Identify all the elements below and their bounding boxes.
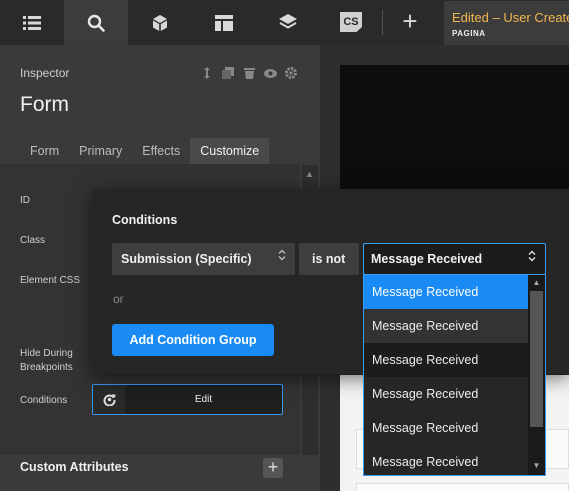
search-button[interactable] (64, 0, 128, 45)
scroll-up-icon[interactable]: ▲ (528, 278, 545, 287)
inspector-actions (200, 66, 298, 80)
layers-list-icon (23, 15, 41, 30)
layout-icon (215, 14, 233, 31)
updown-icon (528, 244, 536, 276)
popup-title: Conditions (112, 213, 178, 227)
conditions-icon[interactable] (93, 385, 125, 414)
dropdown-option[interactable]: Message Received (364, 343, 528, 377)
toolbar-divider (382, 10, 383, 35)
layout-button[interactable] (192, 0, 256, 45)
preview-form-field (356, 483, 569, 491)
document-title: Edited – User Create (452, 10, 569, 25)
eye-icon[interactable] (263, 66, 277, 80)
dropdown-option[interactable]: Message Received (364, 275, 528, 309)
updown-icon (278, 243, 286, 275)
dropdown-option[interactable]: Message Received (364, 309, 528, 343)
hide-during-label: Hide During (20, 348, 73, 359)
trash-icon[interactable] (242, 66, 256, 80)
value-dropdown-list: Message Received Message Received Messag… (363, 274, 546, 476)
tab-customize[interactable]: Customize (190, 138, 270, 164)
breakpoints-label: Breakpoints (20, 362, 73, 373)
elements-button[interactable] (128, 0, 192, 45)
condition-value-select[interactable]: Message Received (363, 243, 546, 275)
copy-icon[interactable] (221, 66, 235, 80)
scroll-down-icon[interactable]: ▼ (528, 461, 545, 470)
dropdown-option[interactable]: Message Received (364, 445, 528, 475)
dropdown-scrollbar[interactable]: ▲ ▼ (528, 275, 545, 475)
layers-list-button[interactable] (0, 0, 64, 45)
cs-logo[interactable]: CS (340, 12, 362, 32)
class-label: Class (20, 235, 46, 246)
tab-primary[interactable]: Primary (69, 138, 132, 164)
top-toolbar: CS + Edited – User Create PAGINA (0, 0, 569, 45)
conditions-label: Conditions (20, 395, 68, 406)
dropdown-option[interactable]: Message Received (364, 411, 528, 445)
condition-operator-select[interactable]: is not (299, 243, 359, 275)
scroll-up-icon[interactable]: ▲ (305, 169, 314, 179)
tab-effects[interactable]: Effects (132, 138, 190, 164)
add-custom-attribute-button[interactable]: + (263, 458, 283, 478)
gear-icon[interactable] (284, 66, 298, 80)
dropdown-option[interactable]: Message Received (364, 377, 528, 411)
add-document-button[interactable]: + (398, 8, 422, 34)
condition-field-select[interactable]: Submission (Specific) (112, 243, 295, 275)
document-type: PAGINA (452, 29, 486, 38)
inspector-label: Inspector (20, 66, 70, 80)
preview-dark-section (340, 65, 569, 190)
cube-icon (153, 14, 167, 31)
dropdown-scroll-thumb[interactable] (530, 291, 543, 427)
add-condition-group-button[interactable]: Add Condition Group (112, 324, 274, 356)
element-title: Form (20, 93, 69, 116)
conditions-edit-button[interactable]: Edit (125, 385, 282, 414)
search-icon (87, 14, 105, 32)
condition-field-value: Submission (Specific) (121, 252, 252, 266)
id-label: ID (20, 195, 30, 206)
stack-button[interactable] (256, 0, 320, 45)
or-label: or (113, 292, 124, 306)
conditions-control[interactable]: Edit (92, 384, 283, 415)
stack-icon (279, 14, 297, 29)
custom-attributes-heading: Custom Attributes (20, 460, 129, 474)
condition-value: Message Received (371, 252, 483, 266)
tab-form[interactable]: Form (20, 138, 69, 164)
element-css-label: Element CSS (20, 275, 81, 286)
move-icon[interactable] (200, 66, 214, 80)
inspector-tabs: Form Primary Effects Customize (20, 138, 270, 164)
document-tab[interactable]: Edited – User Create PAGINA (444, 1, 569, 45)
